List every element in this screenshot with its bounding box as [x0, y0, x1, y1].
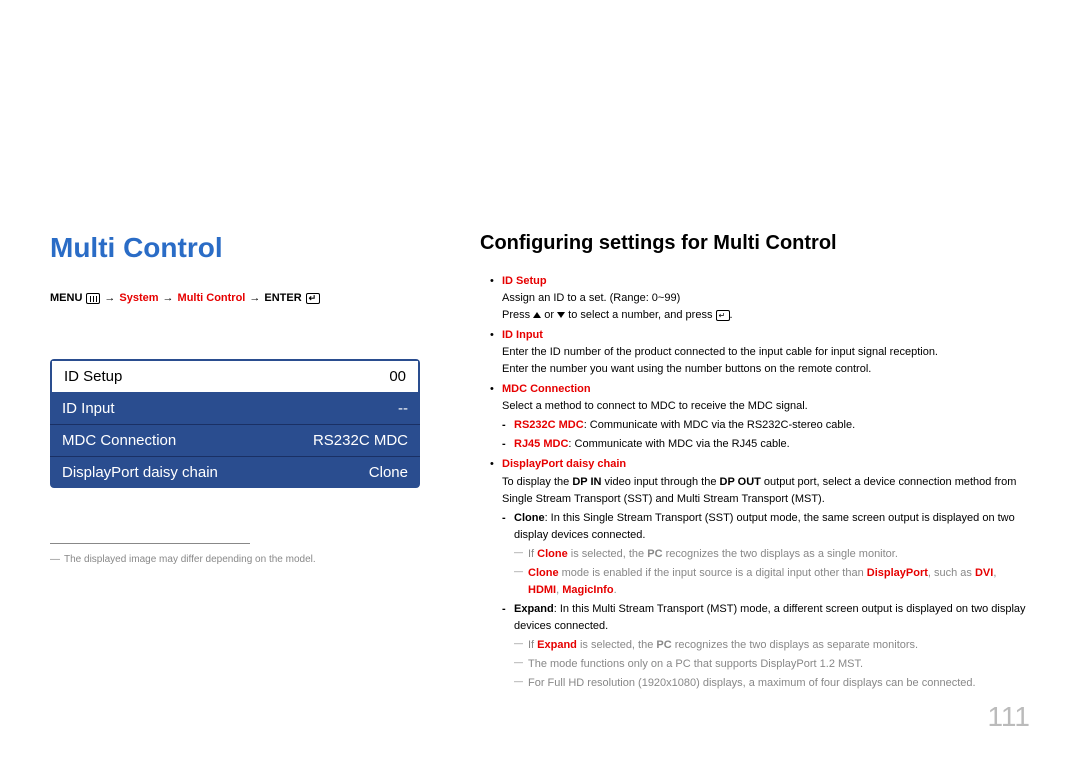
note: For Full HD resolution (1920x1080) displ…	[514, 675, 1030, 692]
arrow-icon: →	[163, 292, 174, 304]
content-body: ID Setup Assign an ID to a set. (Range: …	[480, 273, 1030, 692]
item-idsetup: ID Setup	[490, 273, 1030, 290]
page-number: 111	[987, 701, 1030, 733]
osd-menu: ID Setup 00 ID Input -- MDC Connection R…	[50, 359, 420, 488]
nav-enter-label: ENTER	[264, 292, 301, 304]
menu-label: MDC Connection	[62, 432, 176, 449]
menu-label: ID Input	[62, 400, 115, 417]
nav-menu-label: MENU	[50, 292, 82, 304]
enter-icon	[306, 293, 320, 304]
menu-value: Clone	[369, 464, 408, 481]
menu-row-dp: DisplayPort daisy chain Clone	[50, 456, 420, 488]
subitem-clone: Clone: In this Single Stream Transport (…	[502, 510, 1030, 544]
menu-label: DisplayPort daisy chain	[62, 464, 218, 481]
subitem-rs232c: RS232C MDC: Communicate with MDC via the…	[502, 417, 1030, 434]
menu-icon	[86, 293, 100, 304]
arrow-icon: →	[104, 292, 115, 304]
text: To display the DP IN video input through…	[502, 474, 1030, 508]
note: If Clone is selected, the PC recognizes …	[514, 546, 1030, 563]
menu-value: 00	[389, 368, 406, 385]
item-mdc: MDC Connection	[490, 381, 1030, 398]
navigation-path: MENU → System → Multi Control → ENTER	[50, 292, 420, 304]
menu-value: --	[398, 400, 408, 417]
down-icon	[557, 312, 565, 318]
up-icon	[533, 312, 541, 318]
note: Clone mode is enabled if the input sourc…	[514, 565, 1030, 599]
subitem-rj45: RJ45 MDC: Communicate with MDC via the R…	[502, 436, 1030, 453]
section-title: Configuring settings for Multi Control	[480, 232, 1030, 255]
menu-label: ID Setup	[64, 368, 122, 385]
subitem-expand: Expand: In this Multi Stream Transport (…	[502, 601, 1030, 635]
item-dp: DisplayPort daisy chain	[490, 456, 1030, 473]
item-idinput: ID Input	[490, 327, 1030, 344]
note: The mode functions only on a PC that sup…	[514, 656, 1030, 673]
menu-row-mdc: MDC Connection RS232C MDC	[50, 424, 420, 456]
text: Assign an ID to a set. (Range: 0~99)	[502, 290, 1030, 307]
text: Enter the ID number of the product conne…	[502, 344, 1030, 361]
footnote: ―The displayed image may differ dependin…	[50, 554, 420, 565]
nav-multi: Multi Control	[178, 292, 246, 304]
menu-row-idsetup: ID Setup 00	[50, 359, 420, 393]
text: Enter the number you want using the numb…	[502, 361, 1030, 378]
nav-system: System	[119, 292, 158, 304]
enter-icon	[716, 310, 730, 321]
note: If Expand is selected, the PC recognizes…	[514, 637, 1030, 654]
arrow-icon: →	[249, 292, 260, 304]
menu-value: RS232C MDC	[313, 432, 408, 449]
menu-row-idinput: ID Input --	[50, 393, 420, 424]
text: Press or to select a number, and press .	[502, 307, 1030, 324]
divider	[50, 543, 250, 544]
page-title: Multi Control	[50, 232, 420, 264]
text: Select a method to connect to MDC to rec…	[502, 398, 1030, 415]
